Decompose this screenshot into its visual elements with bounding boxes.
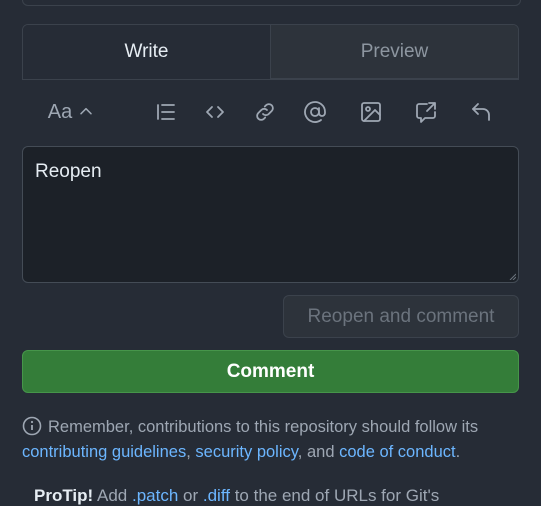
note-sep2: , and xyxy=(297,443,335,461)
image-icon xyxy=(361,102,381,122)
note-prefix: Remember, contributions to this reposito… xyxy=(48,418,479,436)
resize-grip-icon[interactable] xyxy=(508,272,516,280)
protip-label: ProTip! xyxy=(34,486,94,505)
reply-icon xyxy=(472,103,490,121)
contributing-guidelines-link[interactable]: contributing guidelines xyxy=(22,443,186,461)
note-sep1: , xyxy=(186,443,191,461)
list-icon xyxy=(157,104,175,120)
comment-textarea[interactable]: Reopen xyxy=(22,146,519,283)
comment-button[interactable]: Comment xyxy=(22,350,519,393)
link-icon xyxy=(256,103,274,121)
code-button[interactable] xyxy=(199,96,231,128)
image-button[interactable] xyxy=(355,96,387,128)
reply-button[interactable] xyxy=(465,96,497,128)
protip-text3: to the end of URLs for Git's xyxy=(234,486,440,505)
code-of-conduct-link[interactable]: code of conduct xyxy=(339,443,456,461)
protip: ProTip! Add .patch or .diff to the end o… xyxy=(34,486,541,506)
text-style-label: Aa xyxy=(47,100,73,123)
link-button[interactable] xyxy=(249,96,281,128)
list-button[interactable] xyxy=(150,96,182,128)
formatting-toolbar: Aa xyxy=(22,90,519,134)
tab-write[interactable]: Write xyxy=(23,25,271,79)
code-icon xyxy=(206,106,224,118)
text-style-button[interactable]: Aa xyxy=(44,96,100,128)
protip-text2: or xyxy=(183,486,199,505)
previous-box-edge xyxy=(22,0,521,6)
reference-icon xyxy=(416,102,436,123)
reopen-and-comment-button[interactable]: Reopen and comment xyxy=(283,295,519,338)
patch-link[interactable]: .patch xyxy=(132,486,178,505)
protip-text1: Add xyxy=(96,486,128,505)
info-icon xyxy=(22,416,42,436)
tab-preview[interactable]: Preview xyxy=(271,25,518,79)
mention-icon xyxy=(304,101,326,123)
diff-link[interactable]: .diff xyxy=(203,486,230,505)
note-suffix: . xyxy=(455,443,461,461)
chevron-up-icon xyxy=(80,107,92,115)
mention-button[interactable] xyxy=(299,96,331,128)
comment-text: Reopen xyxy=(35,161,102,182)
reference-button[interactable] xyxy=(410,96,442,128)
security-policy-link[interactable]: security policy xyxy=(195,443,297,461)
contribution-note: Remember, contributions to this reposito… xyxy=(22,415,522,465)
editor-tabs: Write Preview xyxy=(22,24,519,80)
